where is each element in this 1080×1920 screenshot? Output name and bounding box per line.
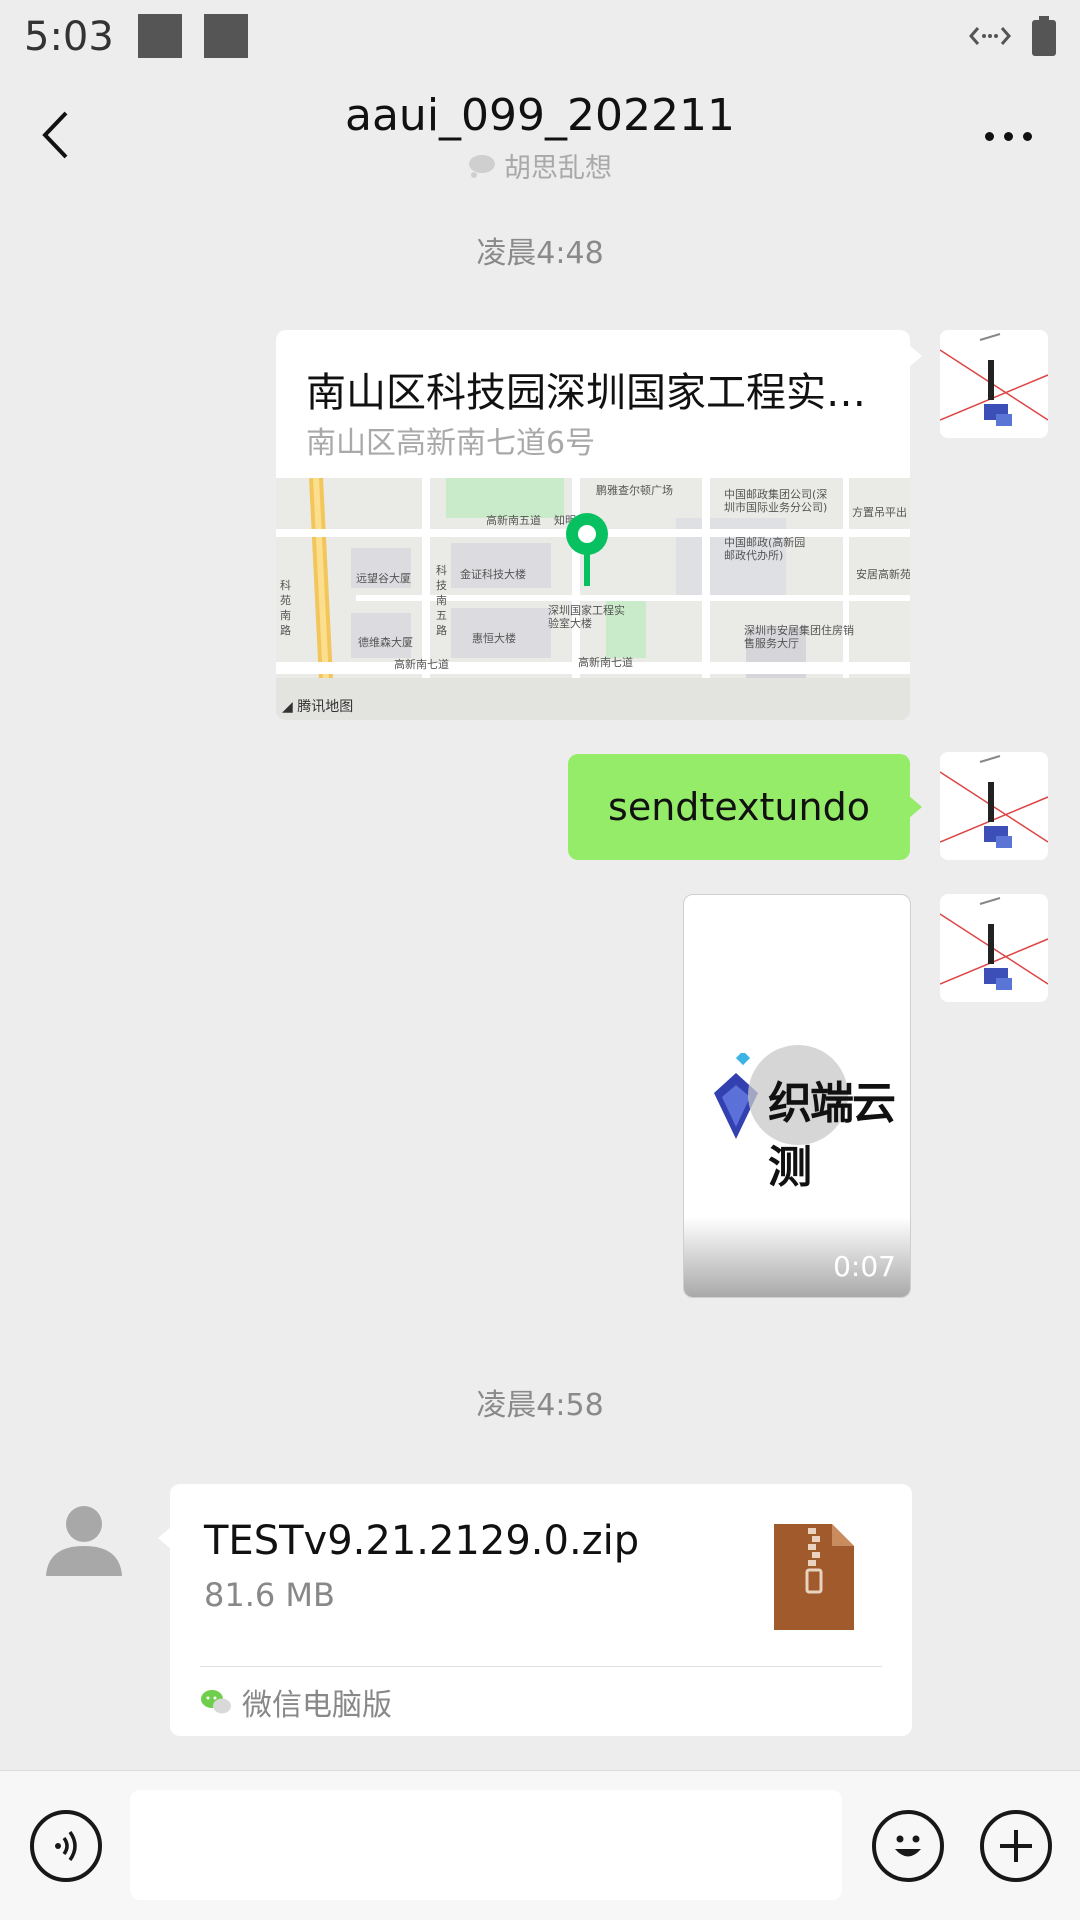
file-size: 81.6 MB [204,1576,335,1614]
chat-subtitle: 胡思乱想 [0,146,1080,185]
divider [200,1666,882,1667]
map-label: 高新南七道 [578,656,633,669]
map-label: 安居高新苑 [856,568,910,581]
map-label: 中国邮政集团公司(深圳市国际业务分公司) [724,488,828,514]
video-duration: 0:07 [833,1250,896,1283]
emoji-button[interactable] [872,1810,944,1882]
timestamp: 凌晨4:58 [476,1388,604,1423]
map-label: 远望谷大厦 [356,572,411,585]
more-button[interactable] [985,132,1032,141]
map-label: 德维森大厦 [358,636,413,649]
smiley-icon [895,1835,921,1857]
map-label: 深圳国家工程实验室大楼 [548,604,625,630]
location-pin-icon [566,513,608,586]
map-label: 方置吊平出 [852,506,907,519]
my-avatar[interactable] [940,330,1048,438]
timestamp: 凌晨4:48 [476,236,604,271]
wechat-icon [201,1690,231,1714]
map-label: 鹏雅查尔顿广场 [596,484,673,497]
map-label: 中国邮政(高新园邮政代办所) [724,536,806,562]
my-avatar[interactable] [940,894,1048,1002]
map-label: 科技南五路 [436,564,447,637]
location-title: 南山区科技园深圳国家工程实… [306,370,866,416]
bubble-tail [908,344,922,368]
bubble-tail [908,795,922,819]
contact-avatar[interactable] [44,1500,124,1580]
map-label: 高新南七道 [394,658,449,671]
map-label: 金证科技大楼 [460,568,526,581]
file-message[interactable]: TESTv9.21.2129.0.zip 81.6 MB 微信电脑版 [170,1484,912,1736]
status-icons [968,16,1056,56]
file-source: 微信电脑版 [200,1680,392,1724]
subtitle-text: 胡思乱想 [504,153,612,184]
location-map[interactable]: 高新南五道 知明 远望谷大厦 金证科技大楼 深圳国家工程实验室大楼 德维森大厦 … [276,478,910,720]
file-name: TESTv9.21.2129.0.zip [204,1518,640,1564]
notification-icon [138,14,182,58]
video-thumbnail-text: 织端云测 [768,1078,896,1193]
chat-title: aaui_099_202211 [345,90,735,141]
map-label: 惠恒大楼 [472,632,516,645]
map-credit: ◢ 腾讯地图 [282,699,354,715]
my-avatar[interactable] [940,752,1048,860]
voice-button[interactable] [30,1810,102,1882]
data-transfer-icon [969,27,1011,45]
battery-icon [1032,16,1056,56]
zip-file-icon [774,1524,854,1630]
map-label: 科苑南路 [280,579,291,637]
map-label: 高新南五道 [486,514,541,527]
text-message[interactable]: sendtextundo [568,754,910,860]
notification-icon [204,14,248,58]
file-source-label: 微信电脑版 [242,1688,392,1723]
status-time: 5:03 [24,14,114,60]
more-functions-button[interactable] [980,1810,1052,1882]
message-input[interactable] [130,1790,842,1900]
map-label: 深圳市安居集团住房销售服务大厅 [744,624,854,650]
voice-icon [55,1830,77,1862]
speech-bubble-icon [469,154,495,178]
video-message[interactable]: 织端云测 0:07 [683,894,911,1298]
default-avatar-icon [46,1506,122,1576]
location-address: 南山区高新南七道6号 [306,426,596,461]
location-message[interactable]: 南山区科技园深圳国家工程实… 南山区高新南七道6号 高新南五道 知明 远望谷大厦 [276,330,910,720]
plus-icon [1000,1830,1032,1862]
